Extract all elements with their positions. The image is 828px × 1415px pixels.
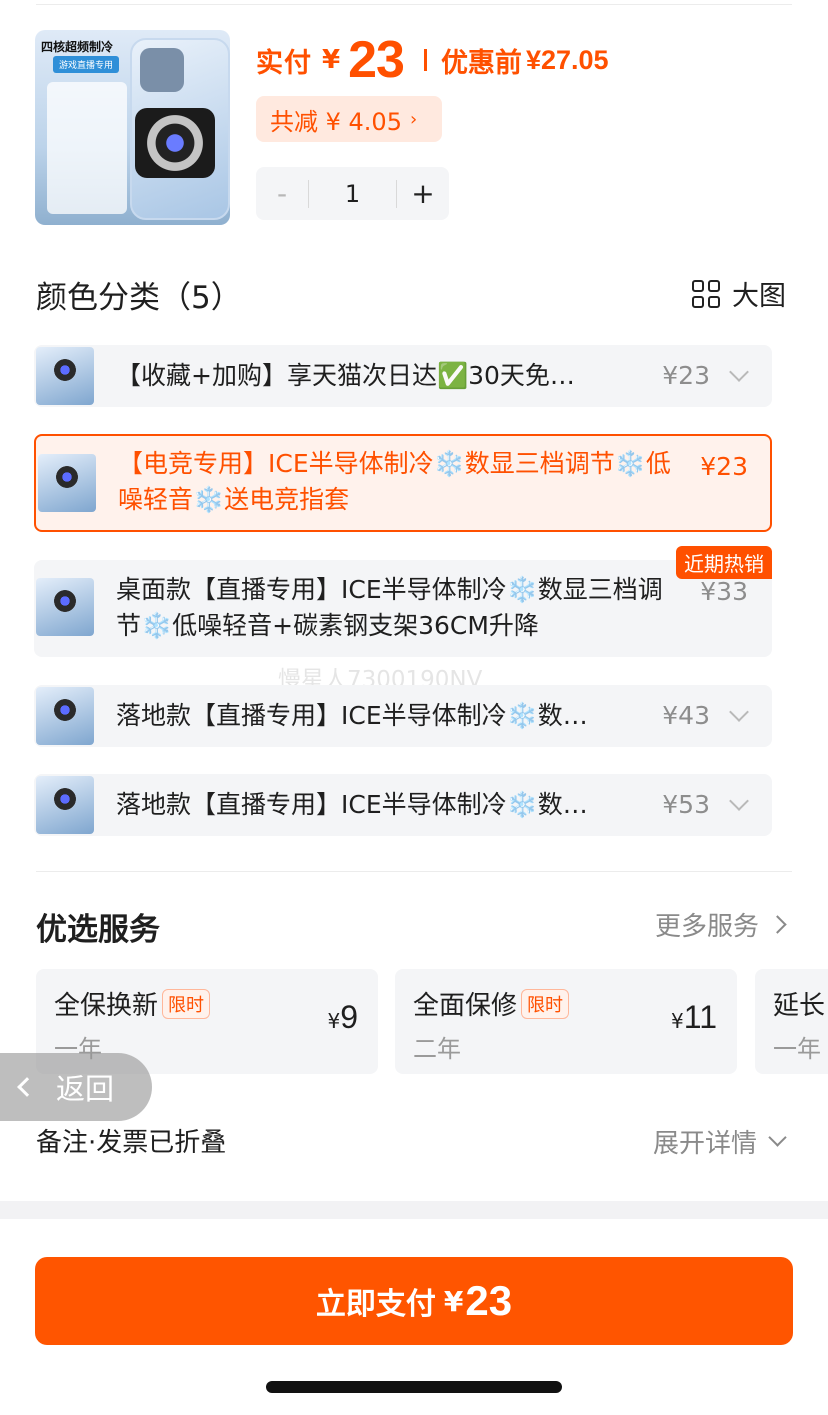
more-services-link[interactable]: 更多服务 (654, 906, 787, 943)
sku-thumbnail (38, 454, 96, 512)
discount-chip[interactable]: 共减 ¥ 4.05 › (256, 96, 442, 142)
section-divider (36, 871, 792, 872)
home-indicator (266, 1381, 562, 1393)
increase-button[interactable]: + (397, 177, 449, 210)
decrease-button[interactable]: - (256, 177, 308, 210)
big-view-toggle[interactable]: 大图 (692, 274, 786, 313)
color-section-title: 颜色分类（5） (36, 280, 242, 316)
thumb-title: 四核超频制冷 (41, 40, 114, 54)
chevron-down-icon (768, 1128, 787, 1147)
pay-now-button[interactable]: 立即支付 ¥ 23 (35, 1257, 793, 1345)
sku-thumbnail (36, 776, 94, 834)
sku-option-price: ¥23 (700, 452, 748, 481)
service-name: 延长 (773, 991, 826, 1021)
sku-option-price: ¥43 (662, 701, 710, 730)
service-card[interactable]: 全面保修 限时 二年 ¥11 (395, 969, 737, 1074)
sku-option[interactable]: 近期热销 桌面款【直播专用】ICE半导体制冷❄️数显三档调节❄️低噪轻音+碳素钢… (34, 546, 772, 657)
service-price: ¥11 (671, 999, 717, 1036)
price-value: 23 (348, 31, 405, 89)
sku-option-label: 桌面款【直播专用】ICE半导体制冷❄️数显三档调节❄️低噪轻音+碳素钢支架36C… (116, 575, 663, 640)
chevron-left-icon (17, 1077, 37, 1097)
service-price-value: 11 (683, 999, 717, 1035)
grid-icon (692, 279, 720, 308)
quantity-value[interactable]: 1 (308, 179, 397, 208)
sku-option-label: 落地款【直播专用】ICE半导体制冷❄️数… (116, 790, 588, 819)
sku-option-label: 【电竞专用】ICE半导体制冷❄️数显三档调节❄️低噪轻音❄️送电竞指套 (118, 449, 671, 514)
discount-text: 共减 ¥ 4.05 (270, 107, 402, 136)
service-price: ¥9 (327, 999, 358, 1036)
price-prefix: 实付 (256, 47, 312, 79)
expand-details-button[interactable]: 展开详情 (652, 1123, 787, 1160)
hot-sale-badge: 近期热销 (676, 546, 772, 579)
chevron-right-icon: › (409, 108, 418, 130)
price-currency: ¥ (322, 45, 341, 75)
sku-option-label: 落地款【直播专用】ICE半导体制冷❄️数… (116, 701, 588, 730)
service-term: 一年 (773, 1035, 821, 1063)
pay-amount: 23 (465, 1277, 513, 1324)
sku-option[interactable]: 【收藏+加购】享天猫次日达✅30天免… ¥23 (34, 345, 772, 407)
bottom-separator (0, 1201, 828, 1219)
service-name: 全保换新 (54, 991, 159, 1021)
service-currency: ¥ (671, 1009, 684, 1033)
thumb-camera (140, 48, 184, 92)
original-price-value: ¥27.05 (525, 44, 609, 75)
sku-thumbnail (36, 687, 94, 745)
chevron-down-icon[interactable] (729, 791, 749, 811)
quantity-stepper[interactable]: - 1 + (256, 167, 449, 220)
service-name: 全面保修 (413, 991, 518, 1021)
services-title: 优选服务 (36, 912, 160, 948)
price-line: 实付 ¥ 23 优惠前 ¥27.05 (256, 30, 609, 90)
more-services-label: 更多服务 (654, 912, 759, 942)
sku-thumbnail (36, 347, 94, 405)
sku-option-price: ¥23 (662, 361, 710, 390)
service-name-row: 延长 (773, 985, 825, 1022)
thumb-tag: 游戏直播专用 (53, 56, 120, 73)
service-currency: ¥ (327, 1009, 341, 1033)
expand-details-label: 展开详情 (652, 1129, 757, 1159)
chevron-down-icon[interactable] (729, 362, 749, 382)
thumb-panel (47, 82, 127, 214)
service-card[interactable]: 延长 一年 (755, 969, 828, 1074)
sku-option-selected[interactable]: 【电竞专用】ICE半导体制冷❄️数显三档调节❄️低噪轻音❄️送电竞指套 ¥23 (34, 434, 772, 532)
back-label: 返回 (56, 1072, 115, 1106)
back-button[interactable]: 返回 (0, 1053, 152, 1121)
note-invoice-label: 备注·发票已折叠 (36, 1128, 227, 1158)
big-view-label: 大图 (732, 281, 786, 312)
sku-thumbnail (36, 578, 94, 636)
chevron-down-icon[interactable] (729, 702, 749, 722)
sku-option-price: ¥33 (700, 577, 748, 606)
pay-currency: ¥ (443, 1284, 464, 1318)
product-image[interactable]: 四核超频制冷 游戏直播专用 (35, 30, 230, 225)
service-name-row: 全保换新 限时 (54, 985, 211, 1022)
sku-option-price: ¥53 (662, 790, 710, 819)
service-price-value: 9 (340, 999, 358, 1035)
pay-now-label: 立即支付 (315, 1287, 436, 1322)
service-term: 二年 (413, 1035, 461, 1063)
limited-time-tag: 限时 (162, 988, 211, 1019)
top-divider (36, 4, 792, 5)
thumb-cooler-fan (135, 108, 215, 178)
price-separator (423, 49, 427, 71)
sku-option-label: 【收藏+加购】享天猫次日达✅30天免… (116, 361, 575, 390)
sku-option[interactable]: 落地款【直播专用】ICE半导体制冷❄️数… ¥53 (34, 774, 772, 836)
original-price-label: 优惠前 (440, 47, 522, 79)
sku-option[interactable]: 落地款【直播专用】ICE半导体制冷❄️数… ¥43 (34, 685, 772, 747)
limited-time-tag: 限时 (521, 988, 570, 1019)
service-name-row: 全面保修 限时 (413, 985, 570, 1022)
chevron-right-icon (768, 915, 787, 934)
